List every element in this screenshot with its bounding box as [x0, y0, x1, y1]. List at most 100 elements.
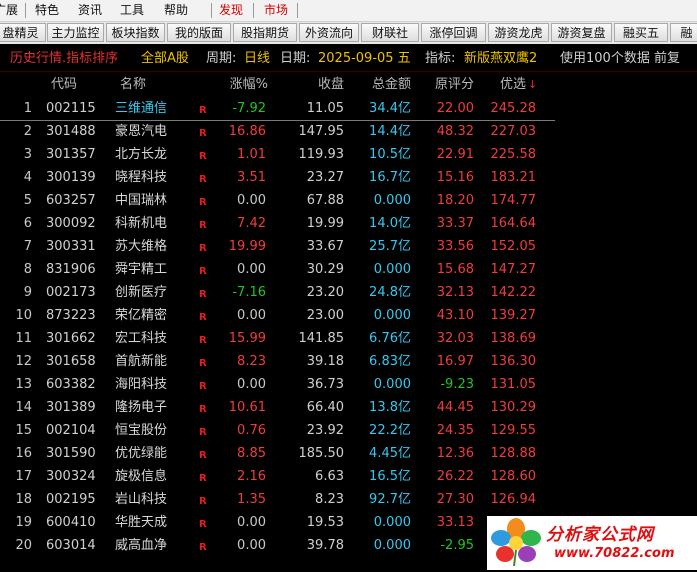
menu-discover[interactable]: 发现: [219, 0, 243, 21]
original-score: 32.03: [436, 331, 474, 346]
toolbar-button-cailianshe[interactable]: 财联社: [361, 23, 419, 42]
margin-flag-icon: R: [199, 266, 207, 277]
toolbar-button-pan-jingling[interactable]: 盘精灵: [0, 23, 46, 42]
original-score: 26.22: [436, 469, 474, 484]
stock-name: 优优绿能: [115, 446, 168, 461]
total-amount: 0.000: [373, 538, 411, 553]
column-header-score[interactable]: 原评分: [420, 75, 474, 95]
table-row[interactable]: 7 300331 苏大维格 R 19.99 33.67 25.7亿 33.56 …: [0, 235, 555, 258]
stock-name: 荣亿精密: [115, 308, 168, 323]
stock-name: 宏工科技: [115, 331, 168, 346]
date-value[interactable]: 2025-09-05 五: [318, 47, 411, 71]
scope-selector[interactable]: 全部A股: [141, 47, 189, 71]
toolbar-button-sector-index[interactable]: 板块指数: [106, 23, 165, 42]
table-row[interactable]: 6 300092 科新机电 R 7.42 19.99 14.0亿 33.37 1…: [0, 212, 555, 235]
stock-name: 豪恩汽电: [115, 124, 168, 139]
priority-value: 225.58: [490, 147, 537, 162]
original-score: -9.23: [440, 377, 474, 392]
toolbar-button-margin[interactable]: 融: [670, 23, 697, 42]
close-price: 185.50: [298, 446, 345, 461]
table-row[interactable]: 14 301389 隆扬电子 R 10.61 66.40 13.8亿 44.45…: [0, 396, 555, 419]
table-row[interactable]: 9 002173 创新医疗 R -7.16 23.20 24.8亿 32.13 …: [0, 281, 555, 304]
toolbar-button-foreign-flow[interactable]: 外资流向: [299, 23, 359, 42]
menu-features[interactable]: 特色: [35, 0, 59, 21]
stock-name: 首航新能: [115, 354, 168, 369]
toolbar-button-youzi-longhu[interactable]: 游资龙虎: [488, 23, 549, 42]
toolbar-button-youzi-review[interactable]: 游资复盘: [551, 23, 612, 42]
column-header-priority[interactable]: 优选: [480, 75, 526, 95]
column-header-code[interactable]: 代码: [51, 75, 77, 95]
table-row[interactable]: 1 002115 三维通信 R -7.92 11.05 34.4亿 22.00 …: [0, 97, 555, 121]
priority-value: 136.30: [490, 354, 537, 369]
priority-value: 139.27: [490, 308, 537, 323]
close-price: 19.99: [306, 216, 344, 231]
toolbar-button-main-monitor[interactable]: 主力监控: [47, 23, 104, 42]
stock-code: 301357: [46, 147, 96, 162]
column-header-amount[interactable]: 总金额: [354, 75, 411, 95]
date-label: 日期:: [280, 51, 311, 66]
priority-value: 164.64: [490, 216, 537, 231]
toolbar-button-margin-buy-five[interactable]: 融买五: [614, 23, 668, 42]
change-percent: 2.16: [237, 469, 266, 484]
original-score: 22.91: [436, 147, 474, 162]
stock-code: 002104: [46, 423, 96, 438]
period-value[interactable]: 日线: [244, 47, 270, 71]
table-row[interactable]: 3 301357 北方长龙 R 1.01 119.93 10.5亿 22.91 …: [0, 143, 555, 166]
table-row[interactable]: 18 002195 岩山科技 R 1.35 8.23 92.7亿 27.30 1…: [0, 488, 555, 511]
toolbar-button-index-futures[interactable]: 股指期货: [233, 23, 297, 42]
close-price: 67.88: [306, 193, 344, 208]
table-row[interactable]: 15 002104 恒宝股份 R 0.76 23.92 22.2亿 24.35 …: [0, 419, 555, 442]
indicator-label: 指标:: [425, 51, 456, 66]
row-index: 17: [15, 469, 32, 484]
close-price: 11.05: [306, 101, 344, 116]
row-index: 13: [15, 377, 32, 392]
info-bar: 历史行情.指标排序 全部A股 周期: 日线 日期: 2025-09-05 五 指…: [0, 47, 697, 72]
toolbar-button-my-layout[interactable]: 我的版面: [167, 23, 231, 42]
menu-market[interactable]: 市场: [264, 0, 288, 21]
table-row[interactable]: 19 600410 华胜天成 R 0.00 19.53 0.000 33.13: [0, 511, 555, 534]
table-row[interactable]: 4 300139 晓程科技 R 3.51 23.27 16.7亿 15.16 1…: [0, 166, 555, 189]
menu-tools[interactable]: 工具: [120, 0, 144, 21]
column-header-change[interactable]: 涨幅%: [210, 75, 268, 95]
row-index: 15: [15, 423, 32, 438]
row-index: 4: [23, 170, 32, 185]
menu-separator: [211, 3, 212, 18]
priority-value: 245.28: [490, 101, 537, 116]
table-row[interactable]: 17 300324 旋极信息 R 2.16 6.63 16.5亿 26.22 1…: [0, 465, 555, 488]
stock-code: 301590: [46, 446, 96, 461]
stock-name: 创新医疗: [115, 285, 168, 300]
column-header-close[interactable]: 收盘: [276, 75, 344, 95]
table-row[interactable]: 10 873223 荣亿精密 R 0.00 23.00 0.000 43.10 …: [0, 304, 555, 327]
table-row[interactable]: 5 603257 中国瑞林 R 0.00 67.88 0.000 18.20 1…: [0, 189, 555, 212]
column-header-name[interactable]: 名称: [120, 75, 146, 95]
row-index: 7: [23, 239, 32, 254]
menu-help[interactable]: 帮助: [164, 0, 188, 21]
total-amount: 14.4亿: [369, 124, 411, 139]
table-row[interactable]: 13 603382 海阳科技 R 0.00 36.73 0.000 -9.23 …: [0, 373, 555, 396]
change-percent: 10.61: [228, 400, 266, 415]
stock-name: 旋极信息: [115, 469, 168, 484]
indicator-value[interactable]: 新版燕双鹰2: [464, 47, 537, 71]
change-percent: 0.00: [237, 262, 266, 277]
page-title: 历史行情.指标排序: [10, 51, 119, 66]
menu-separator: [25, 3, 26, 18]
priority-value: 128.88: [490, 446, 537, 461]
change-percent: -7.16: [232, 285, 266, 300]
priority-value: 130.29: [490, 400, 537, 415]
table-row[interactable]: 20 603014 威高血净 R 0.00 39.78 0.000 -2.95: [0, 534, 555, 557]
table-row[interactable]: 12 301658 首航新能 R 8.23 39.18 6.83亿 16.97 …: [0, 350, 555, 373]
total-amount: 0.000: [373, 308, 411, 323]
table-row[interactable]: 11 301662 宏工科技 R 15.99 141.85 6.76亿 32.0…: [0, 327, 555, 350]
margin-flag-icon: R: [199, 243, 207, 254]
menu-news[interactable]: 资讯: [78, 0, 102, 21]
row-index: 1: [23, 101, 32, 116]
table-row[interactable]: 16 301590 优优绿能 R 8.85 185.50 4.45亿 12.36…: [0, 442, 555, 465]
menu-extend[interactable]: 广展: [0, 0, 18, 21]
row-index: 20: [15, 538, 32, 553]
row-index: 3: [23, 147, 32, 162]
table-row[interactable]: 2 301488 豪恩汽电 R 16.86 147.95 14.4亿 48.32…: [0, 120, 555, 143]
priority-value: 147.27: [490, 262, 537, 277]
margin-flag-icon: R: [199, 151, 207, 162]
table-row[interactable]: 8 831906 舜宇精工 R 0.00 30.29 0.000 15.68 1…: [0, 258, 555, 281]
toolbar-button-limit-up-pullback[interactable]: 涨停回调: [421, 23, 486, 42]
